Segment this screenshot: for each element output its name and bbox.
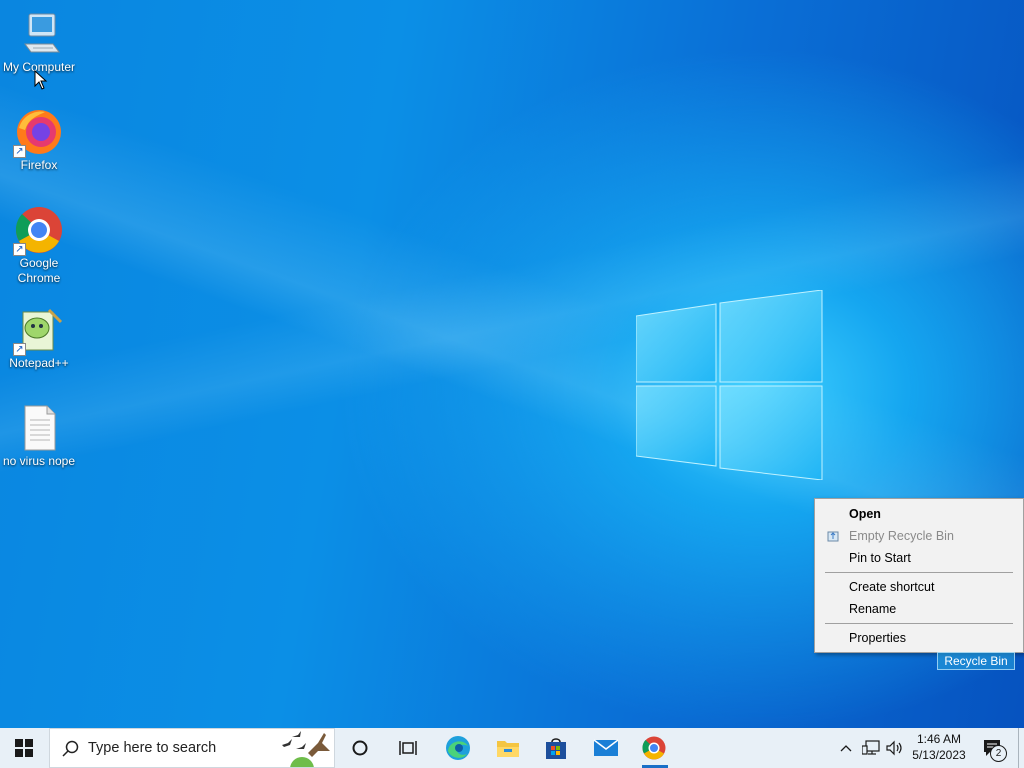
notification-count-badge: 2 xyxy=(990,745,1007,762)
desktop-icon-label: Notepad++ xyxy=(9,356,69,370)
file-explorer-icon xyxy=(497,741,519,757)
firefox-icon: ↗ xyxy=(13,108,63,158)
desktop-icon-firefox[interactable]: ↗ Firefox xyxy=(0,108,78,173)
desktop-icon-label: Firefox xyxy=(20,158,58,172)
shortcut-arrow-icon: ↗ xyxy=(13,343,26,356)
menu-item-properties[interactable]: Properties xyxy=(849,628,906,648)
desktop-icon-label: no virus nope xyxy=(2,454,76,468)
desktop-icon-notepadpp[interactable]: ↗ Notepad++ xyxy=(0,306,78,371)
desktop-icon-google-chrome[interactable]: ↗ Google Chrome xyxy=(0,206,78,286)
clock-date: 5/13/2023 xyxy=(912,748,966,762)
desktop-icon-label: Google Chrome xyxy=(17,256,61,285)
clock-time: 1:46 AM xyxy=(916,732,962,746)
file-explorer-button[interactable] xyxy=(484,728,532,768)
start-button[interactable] xyxy=(0,728,48,768)
action-center-button[interactable]: 2 xyxy=(976,728,1010,768)
search-highlight-geese-icon xyxy=(282,731,330,767)
network-button[interactable] xyxy=(860,728,882,768)
menu-item-rename[interactable]: Rename xyxy=(849,599,896,619)
cortana-button[interactable] xyxy=(336,728,384,768)
menu-separator xyxy=(825,623,1013,624)
menu-item-pin-to-start[interactable]: Pin to Start xyxy=(849,548,911,568)
shortcut-arrow-icon: ↗ xyxy=(13,243,26,256)
windows-wallpaper-logo xyxy=(636,290,823,480)
notepadpp-icon: ↗ xyxy=(13,306,63,356)
menu-item-create-shortcut[interactable]: Create shortcut xyxy=(849,577,934,597)
taskbar: Type here to search 1:46 AM 5/13/2023 2 xyxy=(0,728,1024,768)
volume-button[interactable] xyxy=(884,728,906,768)
recycle-bin-label[interactable]: Recycle Bin xyxy=(937,652,1015,670)
show-hidden-icons-button[interactable] xyxy=(836,728,856,768)
store-icon xyxy=(546,738,566,759)
taskbar-search-box[interactable]: Type here to search xyxy=(49,728,335,768)
menu-item-empty-recycle-bin[interactable]: Empty Recycle Bin xyxy=(849,526,954,546)
menu-item-open[interactable]: Open xyxy=(849,504,881,524)
show-desktop-button[interactable] xyxy=(1018,728,1024,768)
chrome-taskbar-button[interactable] xyxy=(630,728,678,768)
speaker-icon xyxy=(886,740,902,756)
menu-separator xyxy=(825,572,1013,573)
search-icon xyxy=(62,740,79,757)
recycle-bin-context-menu: Open Empty Recycle Bin Pin to Start Crea… xyxy=(814,498,1024,653)
network-icon xyxy=(862,740,880,755)
search-placeholder: Type here to search xyxy=(88,740,217,756)
desktop-icon-no-virus-nope[interactable]: no virus nope xyxy=(0,404,78,469)
computer-icon xyxy=(15,10,63,58)
recycle-bin-small-icon xyxy=(827,531,839,542)
store-button[interactable] xyxy=(532,728,580,768)
edge-button[interactable] xyxy=(434,728,482,768)
cortana-icon xyxy=(352,740,368,756)
mouse-cursor-icon xyxy=(34,70,48,90)
mail-button[interactable] xyxy=(582,728,630,768)
edge-icon xyxy=(446,736,470,760)
task-view-icon xyxy=(399,741,417,755)
chevron-up-icon xyxy=(840,745,852,752)
windows-start-icon xyxy=(15,739,33,757)
shortcut-arrow-icon: ↗ xyxy=(13,145,26,158)
taskbar-clock[interactable]: 1:46 AM 5/13/2023 xyxy=(904,731,974,763)
task-view-button[interactable] xyxy=(384,728,432,768)
text-file-icon xyxy=(15,404,63,452)
mail-icon xyxy=(593,739,619,756)
chrome-icon: ↗ xyxy=(13,206,63,256)
chrome-icon xyxy=(642,736,666,760)
desktop-icon-my-computer[interactable]: My Computer xyxy=(0,10,78,75)
